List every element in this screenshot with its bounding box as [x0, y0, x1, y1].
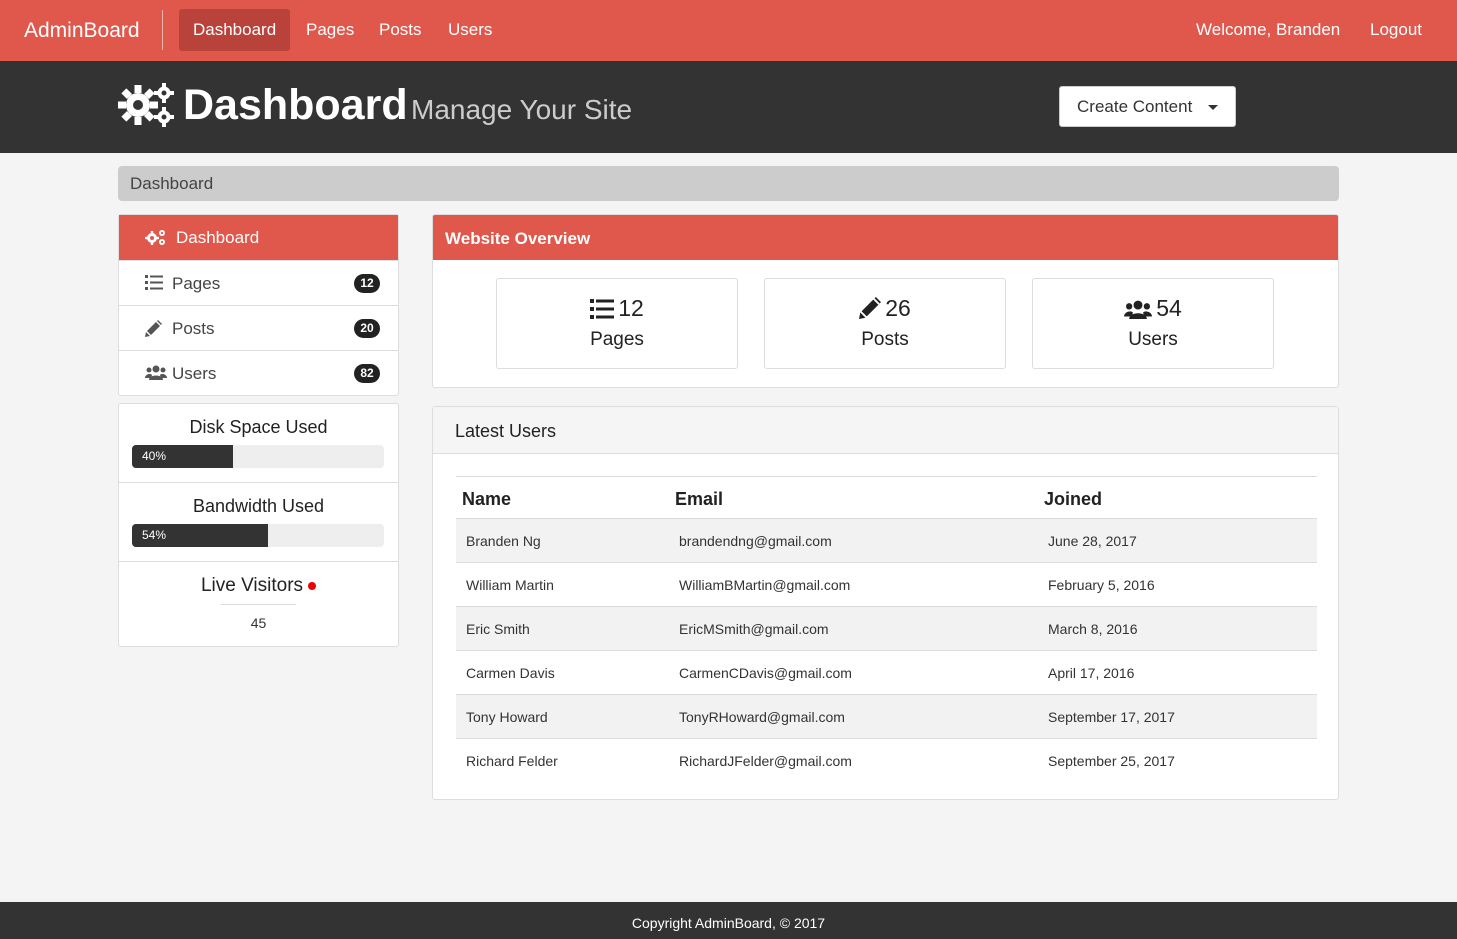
page-subtitle: Manage Your Site [411, 94, 633, 125]
table-row: Branden Ng brandendng@gmail.com June 28,… [456, 518, 1317, 562]
cell-joined: April 17, 2016 [1048, 665, 1135, 681]
brand-logo[interactable]: AdminBoard [24, 18, 140, 44]
overview-value-row: 12 [497, 293, 737, 323]
column-header-email: Email [675, 489, 724, 509]
overview-pages-label: Pages [590, 329, 644, 350]
cell-joined: September 25, 2017 [1048, 753, 1175, 769]
users-icon [1124, 295, 1156, 321]
sidebar-item-label: Pages [172, 274, 221, 293]
cell-joined: September 17, 2017 [1048, 709, 1175, 725]
website-overview-title: Website Overview [433, 215, 1338, 260]
live-visitors-block: Live Visitors [119, 575, 398, 597]
cell-email: brandendng@gmail.com [679, 533, 832, 549]
bandwidth-block: Bandwidth Used [119, 496, 398, 517]
nav-item-posts[interactable]: Posts [365, 9, 436, 51]
overview-users-box[interactable]: 54 Users [1032, 278, 1274, 369]
cell-name: Richard Felder [466, 753, 558, 769]
disk-space-block: Disk Space Used [119, 417, 398, 438]
table-row: Richard Felder RichardJFelder@gmail.com … [456, 738, 1317, 782]
cell-name: Carmen Davis [466, 665, 555, 681]
page-header: Dashboard Manage Your Site Create Conten… [0, 61, 1457, 153]
latest-users-panel: Latest Users Name Email Joined Branden N… [432, 406, 1339, 800]
table-row: Eric Smith EricMSmith@gmail.com March 8,… [456, 606, 1317, 650]
footer-copyright: Copyright AdminBoard, © 2017 [0, 902, 1457, 939]
bandwidth-title: Bandwidth Used [192, 496, 325, 516]
overview-value-row: 26 [765, 293, 1005, 323]
overview-users-value: 54 [1156, 295, 1182, 321]
table-header: Name Email Joined [456, 477, 1317, 518]
cell-email: CarmenCDavis@gmail.com [679, 665, 852, 681]
overview-pages-value: 12 [618, 295, 644, 321]
cell-joined: March 8, 2016 [1048, 621, 1138, 637]
pencil-icon [145, 320, 165, 337]
website-overview-panel: Website Overview 12 Pages 26 Posts 54 Us… [432, 214, 1339, 388]
cell-name: Eric Smith [466, 621, 530, 637]
live-indicator-icon [308, 581, 317, 590]
cell-name: Tony Howard [466, 709, 548, 725]
count-badge: 82 [354, 364, 380, 383]
live-visitors-heading: Live Visitors [119, 575, 398, 597]
latest-users-title: Latest Users [433, 407, 1338, 454]
sidebar-item-dashboard[interactable]: Dashboard [119, 215, 398, 260]
disk-space-progress: 40% [132, 445, 384, 468]
list-icon [590, 295, 618, 321]
list-icon [145, 275, 165, 291]
cell-joined: June 28, 2017 [1048, 533, 1137, 549]
top-navbar: AdminBoard Dashboard Pages Posts Users W… [0, 0, 1457, 61]
live-visitors-title: Live Visitors [200, 575, 304, 596]
divider [119, 561, 398, 562]
breadcrumb: Dashboard [118, 166, 1339, 201]
pencil-icon [859, 295, 885, 321]
cell-email: EricMSmith@gmail.com [679, 621, 829, 637]
nav-item-users[interactable]: Users [434, 9, 506, 51]
column-header-name: Name [462, 489, 512, 509]
divider [119, 482, 398, 483]
sidebar-item-posts[interactable]: Posts 20 [119, 305, 398, 350]
sidebar-item-label: Posts [172, 319, 215, 338]
divider [221, 604, 296, 605]
count-badge: 12 [354, 274, 380, 293]
overview-posts-box[interactable]: 26 Posts [764, 278, 1006, 369]
cell-joined: February 5, 2016 [1048, 577, 1155, 593]
overview-posts-value: 26 [885, 295, 911, 321]
create-content-button[interactable]: Create Content [1059, 86, 1236, 127]
brand-divider [162, 10, 163, 50]
table-row: Tony Howard TonyRHoward@gmail.com Septem… [456, 694, 1317, 738]
users-icon [145, 365, 167, 381]
welcome-link[interactable]: Welcome, Branden [1196, 9, 1340, 51]
live-visitors-count: 45 [250, 615, 267, 631]
bandwidth-progress: 54% [132, 524, 384, 547]
sidebar-item-users[interactable]: Users 82 [119, 350, 398, 395]
page-title: Dashboard [183, 81, 408, 129]
sidebar-item-label: Users [172, 364, 217, 383]
nav-item-dashboard[interactable]: Dashboard [179, 9, 291, 51]
count-badge: 20 [354, 319, 380, 338]
create-content-label: Create Content [1077, 97, 1193, 116]
overview-users-label: Users [1128, 329, 1178, 350]
sidebar-item-label: Dashboard [176, 228, 260, 247]
overview-value-row: 54 [1033, 293, 1273, 323]
sidebar-item-pages[interactable]: Pages 12 [119, 260, 398, 305]
cell-email: RichardJFelder@gmail.com [679, 753, 852, 769]
cell-email: TonyRHoward@gmail.com [679, 709, 845, 725]
overview-pages-box[interactable]: 12 Pages [496, 278, 738, 369]
usage-stats-panel: Disk Space Used 40% Bandwidth Used 54% L… [118, 403, 399, 647]
cell-name: Branden Ng [466, 533, 541, 549]
gears-icon [145, 229, 165, 245]
logout-link[interactable]: Logout [1370, 9, 1422, 51]
bandwidth-fill: 54% [132, 524, 269, 547]
table-row: William Martin WilliamBMartin@gmail.com … [456, 562, 1317, 606]
column-header-joined: Joined [1044, 489, 1103, 509]
chevron-down-icon [1208, 105, 1218, 110]
disk-space-title: Disk Space Used [189, 417, 328, 437]
sidebar-menu: Dashboard Pages 12 Posts 20 Users 82 [118, 214, 399, 396]
cell-email: WilliamBMartin@gmail.com [679, 577, 851, 593]
users-table: Name Email Joined Branden Ng brandendng@… [456, 476, 1317, 782]
gears-icon [117, 81, 175, 129]
disk-space-fill: 40% [132, 445, 233, 468]
nav-item-pages[interactable]: Pages [292, 9, 368, 51]
overview-posts-label: Posts [861, 329, 909, 350]
table-row: Carmen Davis CarmenCDavis@gmail.com Apri… [456, 650, 1317, 694]
cell-name: William Martin [466, 577, 554, 593]
